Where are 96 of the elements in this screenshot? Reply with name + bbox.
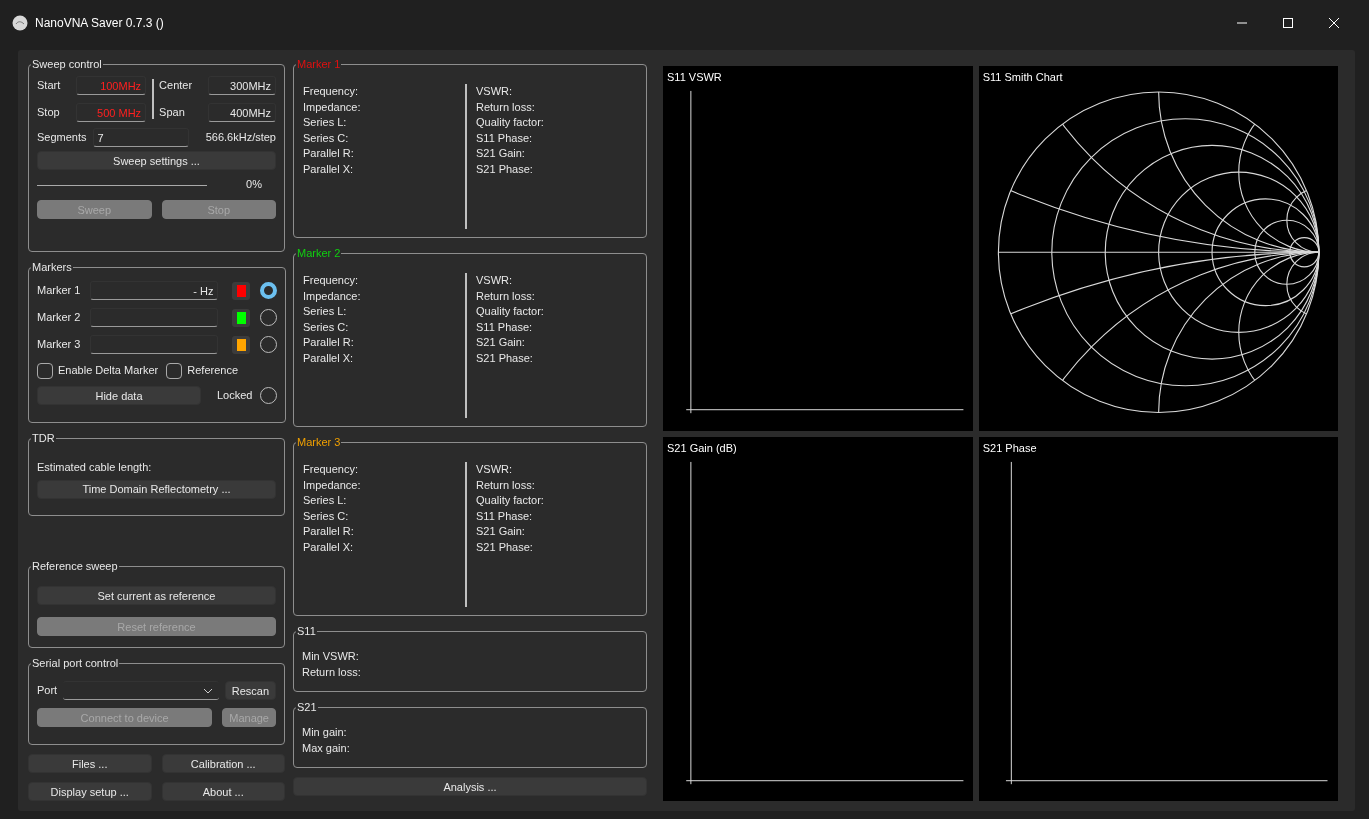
readout-label: Frequency: [303,84,360,99]
readout-label: Impedance: [303,477,362,493]
readout-label: Frequency: [303,273,360,288]
readout-label: Series L: [303,493,348,508]
field-label: Marker 1 [37,282,81,298]
field-label: Port [37,682,58,698]
push-button[interactable]: Calibration ... [161,754,285,773]
value-field[interactable]: 100MHz [76,76,147,95]
group-title: Reference sweep [32,560,118,572]
value-field[interactable]: 400MHz [208,103,276,122]
readout-label: S21 Phase: [476,350,534,366]
field-label: Span [159,104,186,120]
readout-label: Parallel R: [303,146,355,161]
readout-label: Min gain: [302,725,348,740]
group-title: Markers [32,261,72,273]
push-button[interactable]: Hide data [37,386,201,405]
push-button[interactable]: About ... [161,782,285,801]
readout-label: Quality factor: [476,304,545,319]
readout-label: Parallel X: [303,350,355,366]
value-field[interactable]: 300MHz [208,76,276,95]
radio-label: Locked [217,387,253,403]
step-label: 566.6kHz/step [205,129,276,145]
readout-label: Max gain: [302,740,351,756]
readout-label: S11 Phase: [476,130,534,146]
color-swatch[interactable] [232,335,251,354]
readout-label: S21 Phase: [476,161,534,177]
segments-field[interactable]: 7 [92,128,189,147]
progress-reading: 0% [246,177,262,193]
group-title: S21 [297,701,317,713]
color-swatch[interactable] [232,281,251,300]
readout-label: Impedance: [303,288,362,304]
window-title: NanoVNA Saver 0.7.3 () [35,16,165,30]
checkbox[interactable] [37,363,53,379]
readout-label: Return loss: [476,99,536,115]
readout-label: Min VSWR: [302,649,360,664]
checkbox-label: Reference [187,363,239,379]
readout-label: VSWR: [476,84,514,99]
readout-label: Series C: [303,130,350,146]
push-button[interactable]: Set current as reference [37,586,276,605]
push-button[interactable]: Sweep settings ... [37,151,276,170]
value-field[interactable]: 500 MHz [76,103,147,122]
chart-title: S11 VSWR [666,70,723,84]
readout-label: Series C: [303,319,350,335]
readout-label: Return loss: [302,664,362,680]
group-title: Serial port control [32,657,119,669]
chart-title: S21 Gain (dB) [666,440,738,455]
chart-title: S11 Smith Chart [981,70,1064,84]
readout-label: Impedance: [303,99,362,115]
color-swatch[interactable] [232,308,251,327]
field-label: Segments [37,129,87,145]
field-label: Center [159,77,194,93]
group-title: S11 [297,625,316,637]
readout-label: Series L: [303,115,348,130]
readout-label: S21 Gain: [476,524,526,539]
marker-frequency-field[interactable]: - Hz [90,281,219,300]
readout-label: S11 Phase: [476,508,534,524]
marker-radio[interactable] [260,282,278,299]
group-title: TDR [32,432,55,444]
readout-label: Parallel X: [303,539,355,555]
readout-label: Series L: [303,304,348,319]
field-label: Marker 2 [37,309,81,325]
readout-label: Quality factor: [476,115,545,130]
readout-label: VSWR: [476,462,514,477]
readout-label: S21 Phase: [476,539,534,555]
chart-title: S21 Phase [981,440,1038,455]
chevron-down-icon [202,687,213,694]
group-title: Marker 2 [297,247,341,259]
readout-label: VSWR: [476,273,514,288]
push-button[interactable]: Rescan [224,681,276,700]
field-label: Estimated cable length: [37,460,153,475]
marker-frequency-field[interactable] [90,308,219,327]
readout-label: S21 Gain: [476,146,526,161]
push-button[interactable]: Time Domain Reflectometry ... [37,479,276,499]
app-icon [12,15,28,31]
push-button[interactable]: Files ... [28,754,152,773]
group-title: Marker 1 [297,58,341,70]
readout-label: Parallel X: [303,161,355,177]
readout-label: S11 Phase: [476,319,534,335]
checkbox[interactable] [166,363,183,379]
readout-label: Quality factor: [476,493,545,508]
readout-label: Series C: [303,508,350,524]
readout-label: Frequency: [303,462,360,477]
readout-label: Parallel R: [303,335,355,350]
readout-label: Return loss: [476,477,536,493]
field-label: Start [37,77,62,93]
group-title: Sweep control [32,58,102,70]
field-label: Stop [37,104,61,120]
readout-label: S21 Gain: [476,335,526,350]
push-button[interactable]: Analysis ... [293,777,647,796]
checkbox-label: Enable Delta Marker [58,363,159,379]
readout-label: Return loss: [476,288,536,304]
push-button[interactable]: Display setup ... [28,782,152,801]
field-label: Marker 3 [37,336,81,352]
group-title: Marker 3 [297,436,341,448]
readout-label: Parallel R: [303,524,355,539]
marker-frequency-field[interactable] [90,335,219,354]
